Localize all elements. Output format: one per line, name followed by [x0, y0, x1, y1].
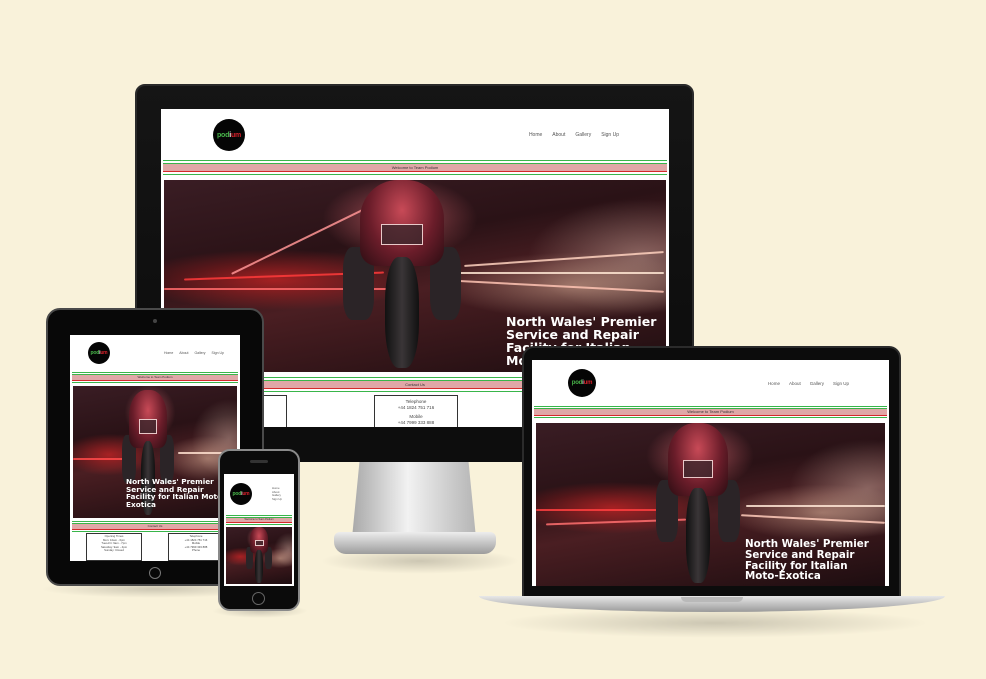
- phone-welcome-banner: Welcome to Team Podium: [226, 515, 292, 525]
- tablet-contact-title-bar: Contact Us: [72, 521, 238, 532]
- site-navbar: podium Home About Gallery Sign Up: [161, 109, 669, 161]
- tablet-contact-title: Contact Us: [72, 523, 238, 530]
- tablet-opening-times-box: Opening Times Mon: 10am - 6pm Tues-Fri: …: [86, 533, 142, 561]
- tablet-home-button: [149, 567, 161, 579]
- laptop-nav-home[interactable]: Home: [768, 381, 780, 386]
- phone-screen: podium Home About Gallery Sign Up Welcom…: [224, 474, 294, 586]
- laptop-nav-signup[interactable]: Sign Up: [833, 381, 849, 386]
- welcome-banner: Welcome to Team Podium: [163, 160, 667, 175]
- monitor-stand-foot: [334, 532, 496, 554]
- nav-links: Home About Gallery Sign Up: [529, 132, 619, 138]
- phone-nav-signup[interactable]: Sign Up: [272, 497, 282, 502]
- telephone-number[interactable]: +44 1824 751 716: [375, 405, 457, 411]
- laptop-nav-about[interactable]: About: [789, 381, 801, 386]
- phone-hero-image: [226, 527, 292, 584]
- site-logo[interactable]: podium: [213, 119, 245, 151]
- phone-nav-links: Home About Gallery Sign Up: [272, 486, 282, 502]
- tablet-nav-links: Home About Gallery Sign Up: [164, 351, 224, 355]
- phone-speaker: [250, 460, 268, 463]
- laptop-logo[interactable]: podium: [568, 369, 596, 397]
- phone-navbar: podium Home About Gallery Sign Up: [224, 474, 294, 514]
- tablet-contact-phone-box: Telephone +44 1824 751 716 Mobile +44 79…: [168, 533, 224, 561]
- laptop-notch: [681, 597, 743, 602]
- laptop-nav-gallery[interactable]: Gallery: [810, 381, 824, 386]
- tablet-logo[interactable]: podium: [88, 342, 110, 364]
- monitor-stand-neck: [352, 462, 476, 538]
- laptop-nav-links: Home About Gallery Sign Up: [768, 381, 849, 386]
- tablet-welcome-text: Welcome to Team Podium: [72, 374, 238, 381]
- tablet-opening-3: Sunday: Closed: [104, 548, 124, 553]
- tablet-nav-about[interactable]: About: [179, 351, 188, 355]
- laptop-navbar: podium Home About Gallery Sign Up: [532, 360, 889, 406]
- tablet-nav-signup[interactable]: Sign Up: [212, 351, 224, 355]
- tablet-screen: podium Home About Gallery Sign Up Welcom…: [70, 335, 240, 561]
- tablet-camera: [153, 319, 157, 323]
- laptop-screen: podium Home About Gallery Sign Up Welcom…: [532, 360, 889, 586]
- nav-about[interactable]: About: [552, 132, 565, 138]
- laptop-hero-image: North Wales' Premier Service and Repair …: [536, 423, 885, 586]
- phone-welcome-text: Welcome to Team Podium: [226, 517, 292, 523]
- mobile-number[interactable]: +44 7999 333 888: [375, 420, 457, 426]
- tablet-hero-image: North Wales' Premier Service and Repair …: [73, 386, 237, 518]
- phone-logo[interactable]: podium: [230, 483, 252, 505]
- contact-phone-box: Telephone +44 1824 751 716 Mobile +44 79…: [374, 395, 458, 427]
- tablet-navbar: podium Home About Gallery Sign Up: [70, 335, 240, 371]
- nav-gallery[interactable]: Gallery: [575, 132, 591, 138]
- phone-home-button: [252, 592, 265, 605]
- laptop-welcome-banner: Welcome to Team Podium: [534, 406, 887, 418]
- logo-text-green: pod: [216, 131, 230, 139]
- tablet-welcome-banner: Welcome to Team Podium: [72, 372, 238, 383]
- laptop-hero-headline: North Wales' Premier Service and Repair …: [745, 538, 869, 583]
- welcome-text: Welcome to Team Podium: [163, 163, 667, 172]
- nav-home[interactable]: Home: [529, 132, 542, 138]
- tablet-nav-home[interactable]: Home: [164, 351, 173, 355]
- tablet-phone-label: Phone: [191, 548, 201, 553]
- nav-signup[interactable]: Sign Up: [601, 132, 619, 138]
- tablet-nav-gallery[interactable]: Gallery: [194, 351, 205, 355]
- laptop-welcome-text: Welcome to Team Podium: [534, 408, 887, 416]
- logo-text-red: um: [230, 131, 242, 139]
